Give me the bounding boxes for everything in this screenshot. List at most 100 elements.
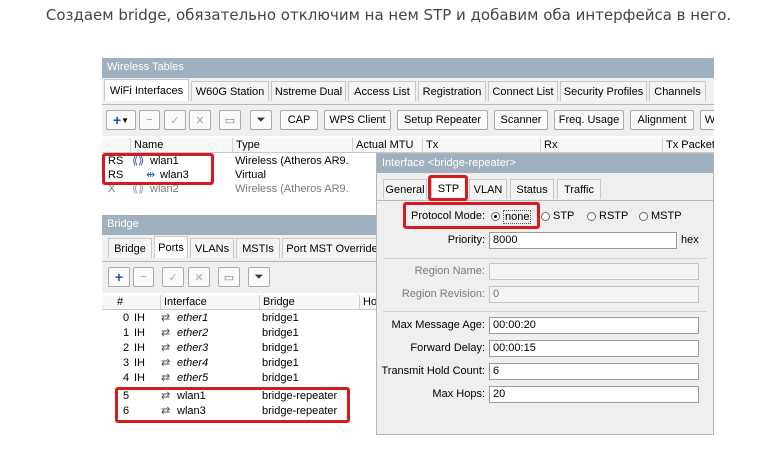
table-row[interactable]: 1 IH ⇄ ether2 bridge1: [102, 327, 380, 340]
protocol-stp-radio[interactable]: [541, 212, 550, 221]
col-tx-packet[interactable]: Tx Packet: [662, 138, 714, 153]
tab-channels[interactable]: Channels: [649, 81, 706, 101]
row-bridge: bridge1: [262, 357, 299, 369]
max-message-age-label: Max Message Age:: [391, 319, 485, 331]
filter-icon: ⏷: [254, 270, 264, 283]
row-flag: IH: [134, 327, 145, 339]
tab-vlan[interactable]: VLAN: [469, 179, 507, 199]
row-type: Wireless (Atheros AR9...: [235, 183, 350, 195]
row-bridge: bridge1: [262, 372, 299, 384]
bridge-toolbar: + − ✓ ✕ ▭ ⏷: [102, 262, 380, 293]
tab-mstis[interactable]: MSTIs: [236, 238, 280, 258]
interface-dialog-title: Interface <bridge-repeater>: [377, 154, 713, 173]
row-type: Virtual: [235, 169, 266, 181]
chevron-down-icon: ▼: [121, 115, 130, 125]
table-row[interactable]: 0 IH ⇄ ether1 bridge1: [102, 312, 380, 325]
tab-bridge[interactable]: Bridge: [108, 238, 152, 258]
enable-button[interactable]: ✓: [162, 267, 184, 287]
bridge-tab-strip: Bridge Ports VLANs MSTIs Port MST Overri…: [102, 235, 380, 262]
protocol-mstp-radio[interactable]: [639, 212, 648, 221]
filter-button[interactable]: ⏷: [250, 110, 272, 130]
more-button[interactable]: W: [700, 110, 714, 130]
alignment-button[interactable]: Alignment: [630, 110, 694, 130]
transmit-hold-count-field[interactable]: 6: [489, 363, 699, 380]
max-message-age-field[interactable]: 00:00:20: [489, 317, 699, 334]
tab-port-mst-override[interactable]: Port MST Override: [282, 238, 380, 258]
col-number[interactable]: #: [114, 295, 160, 310]
priority-label: Priority:: [447, 234, 485, 246]
note-icon: ▭: [223, 271, 235, 284]
col-interface[interactable]: Interface: [160, 295, 259, 310]
col-rx[interactable]: Rx: [540, 138, 662, 153]
tab-nstreme-dual[interactable]: Nstreme Dual: [271, 81, 346, 101]
tab-w60g-station[interactable]: W60G Station: [191, 81, 269, 101]
enable-button[interactable]: ✓: [164, 110, 186, 130]
tab-access-list[interactable]: Access List: [348, 81, 416, 101]
minus-icon: −: [140, 271, 147, 283]
tab-traffic[interactable]: Traffic: [557, 179, 601, 199]
row-number: 4: [123, 372, 130, 384]
max-hops-field[interactable]: 20: [489, 386, 699, 403]
cross-icon: ✕: [195, 114, 205, 127]
disable-button[interactable]: ✕: [189, 110, 211, 130]
tab-security-profiles[interactable]: Security Profiles: [560, 81, 647, 101]
row-number: 2: [123, 342, 130, 354]
protocol-stp-label: STP: [553, 210, 575, 222]
tab-vlans[interactable]: VLANs: [190, 238, 234, 258]
tab-general[interactable]: General: [383, 179, 427, 199]
filter-button[interactable]: ⏷: [248, 267, 270, 287]
note-icon: ▭: [224, 114, 236, 127]
comment-button[interactable]: ▭: [219, 110, 241, 130]
plus-icon: +: [114, 269, 124, 285]
tab-registration[interactable]: Registration: [418, 81, 486, 101]
table-row[interactable]: 2 IH ⇄ ether3 bridge1: [102, 342, 380, 355]
row-interface: ether5: [177, 372, 209, 384]
region-name-field[interactable]: [489, 263, 699, 280]
wps-client-button[interactable]: WPS Client: [324, 110, 391, 130]
tab-wifi-interfaces[interactable]: WiFi Interfaces: [104, 79, 189, 101]
freq-usage-button[interactable]: Freq. Usage: [554, 110, 624, 130]
remove-button[interactable]: −: [133, 267, 154, 287]
row-bridge: bridge1: [262, 327, 299, 339]
protocol-rstp-radio[interactable]: [587, 212, 596, 221]
table-row[interactable]: 3 IH ⇄ ether4 bridge1: [102, 357, 380, 370]
tab-status[interactable]: Status: [510, 179, 554, 199]
row-interface: ether1: [177, 312, 209, 324]
add-button[interactable]: +: [108, 267, 130, 287]
wireless-tab-strip: WiFi Interfaces W60G Station Nstreme Dua…: [102, 78, 714, 105]
priority-field[interactable]: 8000: [489, 232, 677, 249]
setup-repeater-button[interactable]: Setup Repeater: [397, 110, 488, 130]
wireless-grid-header: Name Type Actual MTU Tx Rx Tx Packet: [102, 138, 714, 153]
ethernet-icon: ⇄: [161, 342, 171, 354]
col-bridge[interactable]: Bridge: [259, 295, 359, 310]
col-actual-mtu[interactable]: Actual MTU: [352, 138, 422, 153]
row-number: 1: [123, 327, 130, 339]
scanner-button[interactable]: Scanner: [494, 110, 548, 130]
region-revision-field[interactable]: 0: [489, 286, 699, 303]
row-flag: IH: [134, 372, 145, 384]
priority-unit: hex: [681, 234, 699, 246]
remove-button[interactable]: −: [139, 110, 160, 130]
divider: [383, 258, 707, 259]
col-tx[interactable]: Tx: [422, 138, 540, 153]
row-interface: ether4: [177, 357, 209, 369]
cross-icon: ✕: [194, 271, 204, 284]
plus-icon: +: [112, 112, 122, 128]
region-name-label: Region Name:: [414, 265, 485, 277]
table-row[interactable]: 4 IH ⇄ ether5 bridge1: [102, 372, 380, 385]
comment-button[interactable]: ▭: [218, 267, 240, 287]
tab-connect-list[interactable]: Connect List: [488, 81, 558, 101]
col-name[interactable]: Name: [130, 138, 232, 153]
disable-button[interactable]: ✕: [188, 267, 210, 287]
highlight-wlan-rows: [102, 153, 214, 185]
row-bridge: bridge1: [262, 312, 299, 324]
add-button[interactable]: + ▼: [106, 110, 136, 130]
col-type[interactable]: Type: [232, 138, 352, 153]
divider: [383, 311, 707, 312]
ethernet-icon: ⇄: [161, 312, 171, 324]
bridge-window-title: Bridge: [102, 215, 380, 235]
tab-ports[interactable]: Ports: [154, 236, 188, 258]
ethernet-icon: ⇄: [161, 327, 171, 339]
forward-delay-field[interactable]: 00:00:15: [489, 340, 699, 357]
cap-button[interactable]: CAP: [280, 110, 318, 130]
